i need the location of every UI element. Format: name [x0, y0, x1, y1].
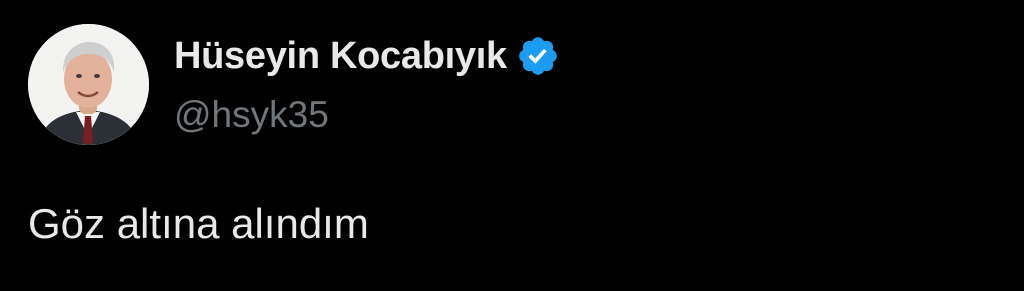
tweet-card: Hüseyin Kocabıyık @hsyk35 Göz altına alı… — [0, 0, 1024, 291]
author-name-row: Hüseyin Kocabıyık — [174, 34, 560, 78]
author-handle[interactable]: @hsyk35 — [174, 94, 329, 136]
verified-badge-icon[interactable] — [516, 34, 560, 78]
avatar-photo — [28, 24, 149, 145]
tweet-text: Göz altına alındım — [28, 200, 369, 247]
author-display-name[interactable]: Hüseyin Kocabıyık — [174, 35, 507, 78]
author-avatar[interactable] — [28, 24, 149, 145]
